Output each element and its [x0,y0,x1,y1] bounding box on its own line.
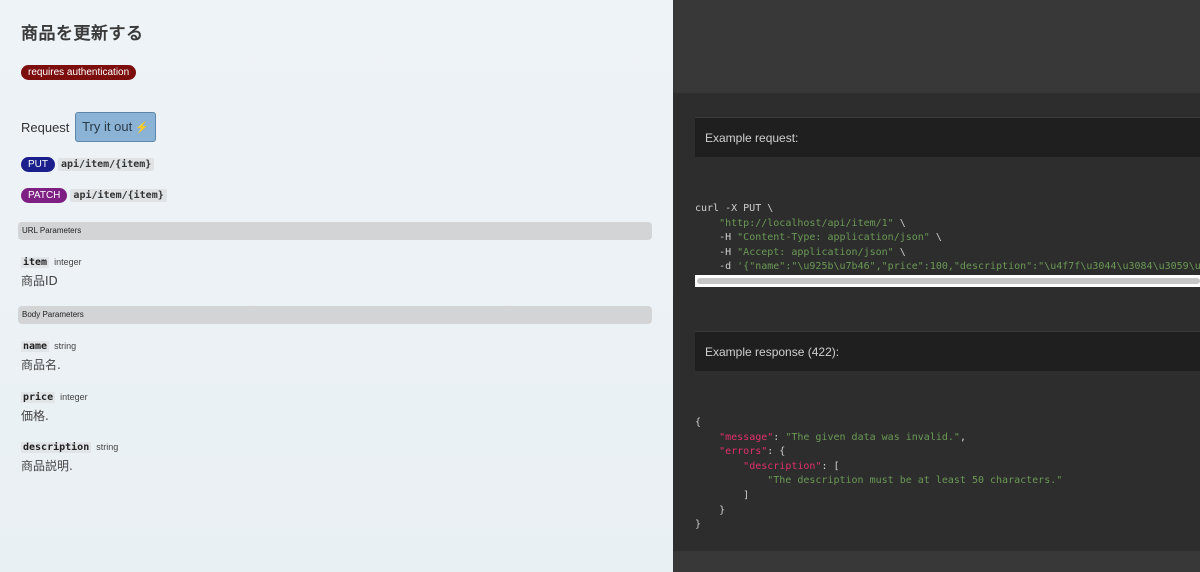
param-name: price [21,392,56,403]
param-description: 価格. [21,409,49,423]
json-key: "message" [719,431,774,443]
url-parameters-heading: URL Parameters [18,222,652,240]
route-put: PUT api/item/{item} [21,154,155,172]
auth-badge: requires authentication [21,65,137,80]
panel-top-band [673,0,1200,93]
route-path: api/item/{item} [70,189,167,202]
json-string: "The description must be at least 50 cha… [767,475,1063,487]
param-type: string [96,442,119,452]
json-key: "errors" [719,446,768,458]
json-key: "description" [743,460,822,472]
try-it-out-label: Try it out [82,119,133,134]
param-type: integer [54,257,82,267]
code-line: -H [695,246,738,258]
param-price-field: price integer 価格. [21,385,88,424]
param-name: description [21,442,92,453]
body-parameters-heading: Body Parameters [18,306,652,324]
param-type: integer [60,392,88,402]
code-line: -H [695,232,738,244]
param-name: item [21,257,50,268]
example-request-heading: Example request: [695,117,1200,157]
code-line: \ [893,217,906,229]
method-badge-patch: PATCH [21,188,68,203]
example-response-code[interactable]: { "message": "The given data was invalid… [695,416,1062,533]
method-badge-put: PUT [21,157,55,172]
param-description: 商品名. [21,358,61,372]
code-line: } [695,519,702,531]
code-string: "Content-Type: application/json" [737,232,930,244]
lightning-icon: ⚡ [135,122,149,134]
param-type: string [54,341,77,351]
code-string: "Accept: application/json" [737,246,894,258]
scrollbar-thumb[interactable] [697,278,1200,284]
param-item: item integer 商品ID [21,250,82,289]
panel-bottom-band [673,551,1200,572]
param-description: 商品ID [21,274,58,288]
code-line: \ [893,246,906,258]
code-line: ] [743,489,750,501]
code-string: "http://localhost/api/item/1" [719,217,894,229]
param-description: 商品説明. [21,459,73,473]
request-label: Request [21,120,70,135]
route-path: api/item/{item} [58,158,155,171]
code-line: \ [929,232,942,244]
example-request-code[interactable]: curl -X PUT \ "http://localhost/api/item… [695,202,1200,275]
try-it-out-button[interactable]: Try it out ⚡ [75,112,156,142]
page-title: 商品を更新する [21,24,144,44]
example-response-heading: Example response (422): [695,331,1200,371]
horizontal-scrollbar[interactable] [695,275,1200,287]
code-line: } [719,504,726,516]
code-line: { [695,417,702,428]
code-line: curl -X PUT \ [695,203,774,214]
param-description-field: description string 商品説明. [21,435,118,474]
code-string: '{"name":"\u925b\u7b46","price":100,"des… [737,261,1200,273]
route-patch: PATCH api/item/{item} [21,185,167,203]
code-line: -d [695,261,738,273]
json-string: "The given data was invalid." [785,431,960,443]
param-name-field: name string 商品名. [21,334,76,373]
documentation-panel: 商品を更新する requires authentication Request … [0,0,673,572]
param-name: name [21,341,50,352]
